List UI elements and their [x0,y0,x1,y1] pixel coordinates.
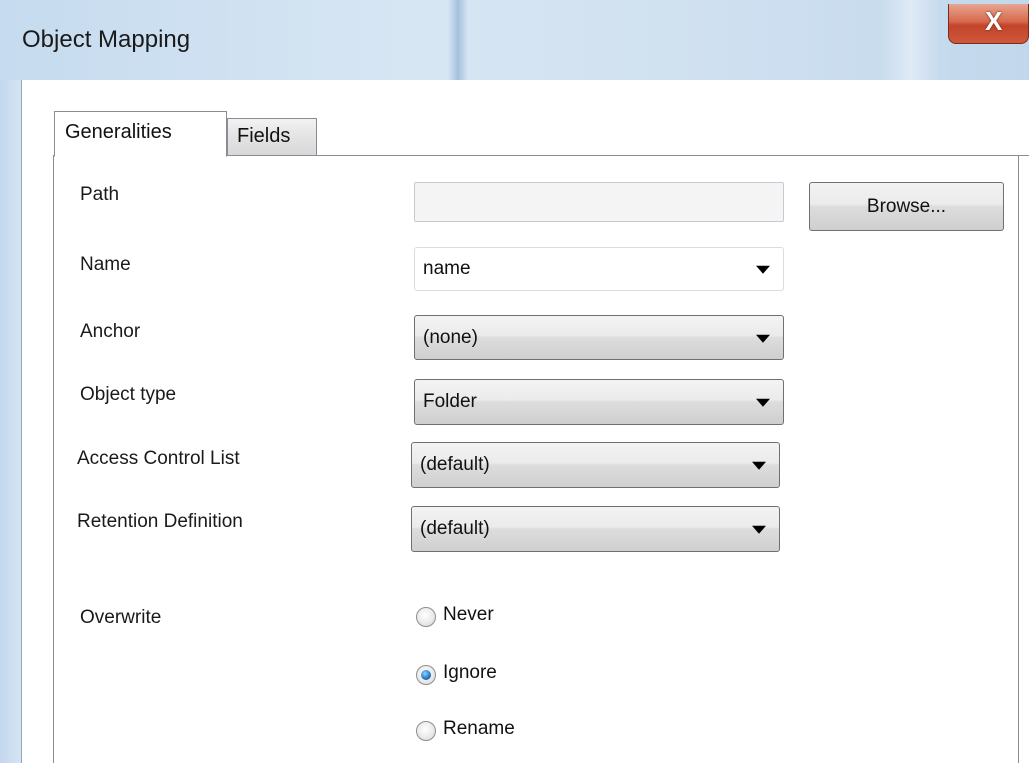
name-combobox-value: name [423,258,471,279]
chevron-down-icon[interactable] [756,265,770,274]
object-type-select-value: Folder [423,391,477,412]
anchor-select[interactable]: (none) [414,315,784,360]
window-title: Object Mapping [22,26,191,53]
radio-label-ignore: Ignore [443,662,497,683]
retention-select[interactable]: (default) [411,506,780,552]
anchor-label: Anchor [80,321,141,342]
object-type-label: Object type [80,384,177,405]
path-field[interactable] [414,182,784,222]
title-bar-glass-highlight [880,0,940,80]
close-button[interactable]: X [948,4,1029,44]
name-label: Name [80,254,131,275]
path-label: Path [80,184,120,205]
tab-panel-border-right [1018,155,1019,763]
acl-label: Access Control List [77,448,240,469]
browse-button[interactable]: Browse... [809,182,1004,231]
window-left-frame [0,80,22,763]
acl-select-value: (default) [420,454,490,475]
radio-label-rename: Rename [443,718,515,739]
name-combobox[interactable]: name [414,247,784,291]
overwrite-label: Overwrite [80,607,162,628]
chevron-down-icon[interactable] [752,461,766,470]
object-type-select[interactable]: Folder [414,379,784,425]
tab-generalities[interactable]: Generalities [54,111,227,157]
chevron-down-icon[interactable] [752,525,766,534]
title-bar: Object Mapping X [0,0,1029,80]
radio-label-never: Never [443,604,494,625]
acl-select[interactable]: (default) [411,442,780,488]
radio-button-never[interactable] [416,607,436,627]
retention-label: Retention Definition [77,511,243,532]
radio-button-ignore[interactable] [416,665,436,685]
tab-panel-border-left [53,155,54,763]
retention-select-value: (default) [420,518,490,539]
radio-button-rename[interactable] [416,721,436,741]
close-icon: X [985,6,1003,36]
tab-fields[interactable]: Fields [227,118,317,155]
chevron-down-icon[interactable] [756,334,770,343]
chevron-down-icon[interactable] [756,398,770,407]
anchor-select-value: (none) [423,326,478,348]
title-bar-glass-streak [448,0,468,80]
